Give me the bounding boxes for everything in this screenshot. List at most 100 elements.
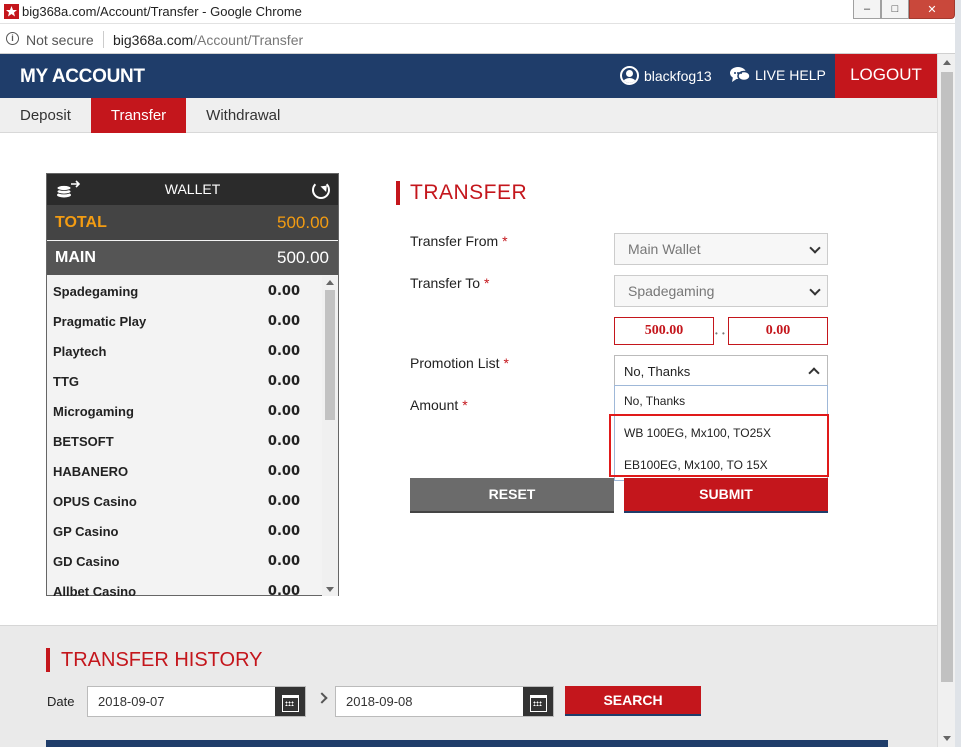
- wallet-total-row: TOTAL 500.00: [47, 205, 338, 240]
- promotion-select[interactable]: No, Thanks: [614, 355, 828, 386]
- maximize-button[interactable]: □: [881, 0, 909, 19]
- submit-button[interactable]: SUBMIT: [624, 478, 828, 513]
- logout-button[interactable]: LOGOUT: [835, 54, 937, 98]
- date-from-value: 2018-09-07: [98, 694, 165, 709]
- wallet-item: BETSOFT 0.00: [47, 426, 323, 456]
- transfer-to-label: Transfer To *: [410, 275, 489, 291]
- info-icon[interactable]: i: [6, 32, 19, 45]
- wallet-item-name: BETSOFT: [53, 433, 114, 449]
- wallet-item-value: 0.00: [267, 463, 300, 479]
- calendar-icon[interactable]: [275, 687, 305, 716]
- tab-withdrawal[interactable]: Withdrawal: [186, 98, 300, 133]
- wallet-main-label: MAIN: [55, 249, 96, 266]
- live-help-link[interactable]: LIVE HELP: [729, 66, 826, 83]
- wallet-item: GD Casino 0.00: [47, 546, 323, 576]
- url-text[interactable]: big368a.com/Account/Transfer: [113, 32, 303, 48]
- scroll-down-arrow-icon[interactable]: [943, 736, 951, 741]
- required-mark: *: [502, 233, 508, 249]
- address-divider: [103, 31, 104, 48]
- wallet-list: Spadegaming 0.00 Pragmatic Play 0.00 Playt…: [47, 276, 323, 597]
- wallet-item-value: 0.00: [267, 343, 300, 359]
- page-scroll-thumb[interactable]: [941, 72, 953, 682]
- promotion-list-text: Promotion List: [410, 355, 500, 371]
- security-status[interactable]: Not secure: [26, 32, 94, 48]
- wallet-scroll-thumb[interactable]: [325, 290, 335, 420]
- wallet-item-name: HABANERO: [53, 463, 129, 479]
- reset-button[interactable]: RESET: [410, 478, 614, 513]
- wallet-item-name: Playtech: [53, 343, 107, 359]
- wallet-item: Spadegaming 0.00: [47, 276, 323, 306]
- user-icon: [620, 66, 639, 85]
- refresh-icon[interactable]: [312, 181, 330, 199]
- wallet-item: TTG 0.00: [47, 366, 323, 396]
- date-to-input[interactable]: 2018-09-08: [335, 686, 554, 717]
- date-to-value: 2018-09-08: [346, 694, 413, 709]
- required-mark: *: [503, 355, 509, 371]
- transfer-from-select[interactable]: Main Wallet: [614, 233, 828, 265]
- history-table-header: [46, 740, 888, 747]
- amount-label: Amount *: [410, 397, 468, 413]
- transfer-history-title: TRANSFER HISTORY: [46, 648, 263, 672]
- chat-bubbles-icon: [730, 67, 751, 82]
- wallet-scrollbar[interactable]: [322, 276, 338, 596]
- main-content: WALLET TOTAL 500.00 MAIN 500.00 Spadegam…: [0, 133, 937, 625]
- tab-transfer[interactable]: Transfer: [90, 98, 187, 133]
- transfer-to-select[interactable]: Spadegaming: [614, 275, 828, 307]
- minimize-button[interactable]: –: [853, 0, 881, 19]
- transfer-from-value: Main Wallet: [628, 241, 701, 257]
- transfer-to-text: Transfer To: [410, 275, 481, 291]
- scroll-up-arrow-icon[interactable]: [943, 60, 951, 65]
- close-window-button[interactable]: ✕: [909, 0, 955, 19]
- chevron-down-icon: [809, 284, 821, 296]
- transfer-history-section: TRANSFER HISTORY Date 2018-09-07 2018-09…: [0, 625, 937, 747]
- search-button[interactable]: SEARCH: [565, 686, 701, 716]
- user-profile-link[interactable]: blackfog13: [620, 66, 712, 85]
- wallet-title: WALLET: [164, 181, 221, 197]
- chevron-up-icon: [808, 367, 820, 379]
- wallet-item: OPUS Casino 0.00: [47, 486, 323, 516]
- wallet-total-label: TOTAL: [55, 213, 107, 231]
- scroll-down-arrow-icon[interactable]: [326, 587, 334, 592]
- wallet-item-value: 0.00: [267, 283, 300, 299]
- date-label: Date: [47, 694, 75, 709]
- date-from-input[interactable]: 2018-09-07: [87, 686, 306, 717]
- wallet-item: Playtech 0.00: [47, 336, 323, 366]
- page-brand-title: MY ACCOUNT: [20, 66, 145, 87]
- calendar-icon[interactable]: [523, 687, 553, 716]
- wallet-item: HABANERO 0.00: [47, 456, 323, 486]
- wallet-item-value: 0.00: [267, 313, 300, 329]
- wallet-item-name: Allbet Casino: [53, 583, 137, 597]
- wallet-main-row: MAIN 500.00: [47, 241, 338, 275]
- window-controls: – □ ✕: [853, 0, 955, 19]
- chevron-right-icon: [316, 692, 328, 704]
- tab-deposit[interactable]: Deposit: [0, 98, 91, 133]
- address-bar[interactable]: i Not secure big368a.com/Account/Transfe…: [0, 24, 961, 54]
- wallet-header: WALLET: [47, 174, 338, 205]
- page-scrollbar[interactable]: [937, 54, 955, 747]
- from-balance-box: 500.00: [614, 317, 714, 345]
- wallet-item-name: Spadegaming: [53, 283, 139, 299]
- wallet-item-name: GP Casino: [53, 523, 119, 539]
- wallet-item-name: Microgaming: [53, 403, 134, 419]
- wallet-panel: WALLET TOTAL 500.00 MAIN 500.00 Spadegam…: [46, 173, 339, 596]
- scroll-up-arrow-icon[interactable]: [326, 280, 334, 285]
- wallet-item-name: OPUS Casino: [53, 493, 137, 509]
- chevron-down-icon: [809, 242, 821, 254]
- wallet-item-value: 0.00: [267, 583, 300, 597]
- wallet-item: Allbet Casino 0.00: [47, 576, 323, 597]
- required-mark: *: [484, 275, 490, 291]
- wallet-item: GP Casino 0.00: [47, 516, 323, 546]
- wallet-item: Pragmatic Play 0.00: [47, 306, 323, 336]
- amount-text: Amount: [410, 397, 459, 413]
- wallet-item-name: Pragmatic Play: [53, 313, 147, 329]
- transfer-to-value: Spadegaming: [628, 283, 715, 299]
- transfer-title: TRANSFER: [396, 181, 527, 205]
- wallet-total-amount: 500.00: [277, 212, 329, 232]
- url-path: /Account/Transfer: [193, 32, 304, 48]
- wallet-item-value: 0.00: [267, 523, 300, 539]
- wallet-item-value: 0.00: [267, 553, 300, 569]
- wallet-item-value: 0.00: [267, 403, 300, 419]
- required-mark: *: [462, 397, 468, 413]
- wallet-item-value: 0.00: [267, 373, 300, 389]
- browser-title-bar: big368a.com/Account/Transfer - Google Ch…: [0, 0, 961, 24]
